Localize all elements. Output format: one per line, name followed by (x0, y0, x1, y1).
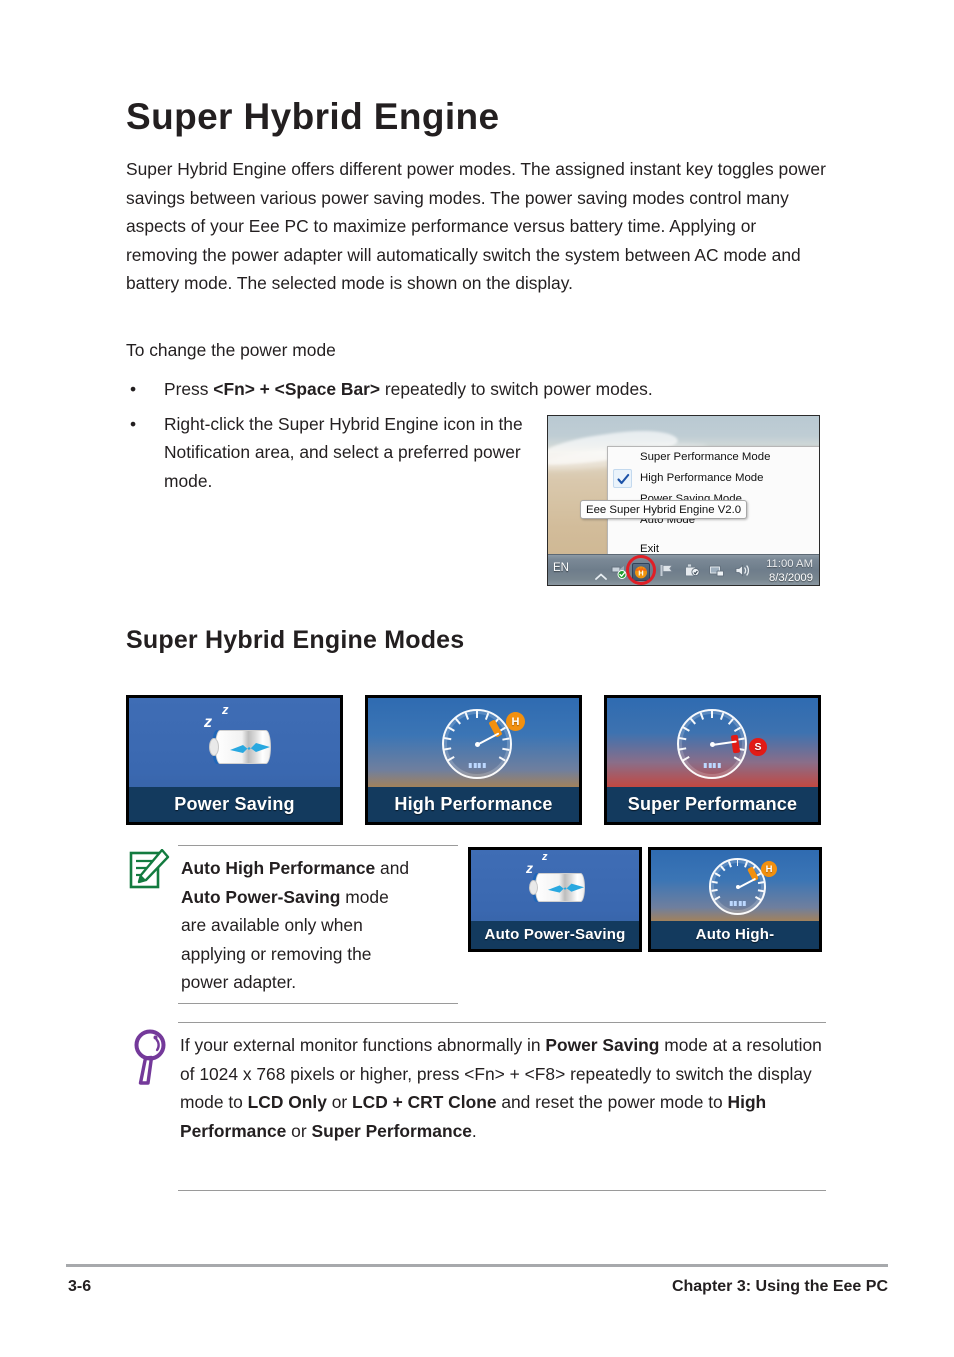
z-letter: z (542, 851, 548, 863)
gauge-high-icon (442, 709, 512, 779)
page-title: Super Hybrid Engine (126, 96, 500, 137)
mode-badge: H (761, 861, 777, 877)
chevron-up-icon[interactable] (595, 568, 607, 585)
intro-paragraph: Super Hybrid Engine offers different pow… (126, 159, 826, 293)
note-line-rest: applying or removing the (181, 943, 372, 964)
tip-seg: Super Performance (311, 1120, 472, 1141)
mode-tile-auto-high-performance: H Auto High-Performance (648, 847, 822, 952)
footer-chapter: Chapter 3: Using the Eee PC (671, 1278, 888, 1295)
flag-icon[interactable] (659, 562, 676, 584)
mode-label: High Performance (368, 787, 579, 822)
z-letter: z (204, 714, 212, 731)
check-icon (613, 469, 632, 488)
mode-tile-power-saving: z z Power Saving (126, 695, 343, 825)
note-box: Auto High Performance and Auto Power-Sav… (126, 845, 458, 1017)
gauge-super-icon (677, 709, 747, 779)
mode-art: z z Power Saving (129, 698, 340, 822)
tip-seg: or (286, 1120, 312, 1141)
note-line-rest: are available only when (181, 915, 363, 935)
sleeping-battery-icon (201, 722, 287, 774)
bullet-text: Right-click the Super Hybrid Engine icon… (164, 413, 523, 491)
bullet-pre: Press (164, 379, 214, 399)
note-rule-top (178, 845, 458, 846)
bullet-marker: • (130, 413, 137, 434)
network-ok-icon[interactable] (610, 562, 627, 584)
gauge-readout (703, 762, 721, 768)
note-rule-bottom (178, 1003, 458, 1004)
tip-rule-top (178, 1022, 826, 1023)
bullet-marker: • (130, 379, 137, 399)
tip-seg: . (471, 1120, 477, 1141)
note-line-bold: Auto Power-Saving (181, 886, 341, 907)
page-number: 3-6 (68, 1278, 92, 1295)
note-text: Auto High Performance and Auto Power-Sav… (181, 854, 456, 997)
mode-art: H High Performance (368, 698, 579, 822)
gauge-high-icon (709, 858, 766, 915)
menu-item-label: High Performance Mode (640, 472, 764, 484)
mode-art: H Auto High-Performance (651, 850, 819, 949)
mode-badge: H (506, 712, 525, 731)
notification-area-screenshot: Super Performance Mode High Performance … (547, 415, 820, 586)
mode-tile-auto-power-saving: z z Auto Power-Saving (468, 847, 642, 952)
mode-label: Auto Power-Saving (471, 921, 639, 949)
tip-text: If your external monitor functions abnor… (180, 1031, 825, 1145)
z-letter: z (526, 860, 533, 876)
section-heading: Super Hybrid Engine Modes (126, 626, 465, 654)
tip-seg: and reset the power mode to (496, 1092, 728, 1112)
mode-tile-super-performance: S Super Performance (604, 695, 821, 825)
page: Super Hybrid Engine Super Hybrid Engine … (0, 0, 954, 1357)
bullet-bold: <Fn> + <Space Bar> (213, 379, 381, 399)
z-letter: z (222, 702, 229, 717)
tip-seg: If your external monitor functions abnor… (180, 1035, 546, 1055)
magnifier-icon (132, 1028, 172, 1091)
bullet-text: Press <Fn> + <Space Bar> repeatedly to s… (164, 375, 826, 404)
list-item: • Press <Fn> + <Space Bar> repeatedly to… (126, 375, 826, 404)
note-line-bold: Auto High Performance (181, 858, 376, 878)
note-line-rest: and (375, 858, 410, 878)
tip-seg: LCD + CRT Clone (352, 1092, 497, 1112)
tooltip: Eee Super Hybrid Engine V2.0 (580, 500, 748, 519)
mode-label: Auto High-Performance (651, 921, 819, 949)
taskbar: EN 11:00 AM 8/3/2009 (548, 554, 819, 585)
tip-seg: LCD Only (247, 1092, 327, 1112)
clock-time: 11:00 AM (766, 558, 813, 570)
tip-seg: or (326, 1092, 353, 1112)
sleeping-battery-icon (523, 866, 599, 912)
language-indicator[interactable]: EN (553, 562, 569, 574)
note-line-rest: mode (340, 886, 389, 907)
mode-art: S Super Performance (607, 698, 818, 822)
mode-label: Super Performance (607, 787, 818, 822)
safely-remove-hardware-icon[interactable] (683, 562, 700, 584)
mode-label: Power Saving (129, 787, 340, 822)
subhead: To change the power mode (126, 340, 336, 360)
note-pencil-icon (128, 848, 170, 898)
gauge-readout (468, 762, 486, 768)
mode-art: z z Auto Power-Saving (471, 850, 639, 949)
clock[interactable]: 11:00 AM 8/3/2009 (766, 557, 813, 585)
bullet-post: repeatedly to switch power modes. (380, 379, 653, 399)
menu-item-label: Super Performance Mode (640, 451, 771, 463)
note-line-rest: power adapter. (181, 972, 297, 992)
highlight-circle (626, 555, 656, 585)
tip-rule-bottom (178, 1190, 826, 1191)
display-icon[interactable] (708, 562, 725, 584)
gauge-readout (729, 900, 746, 906)
menu-item-super-performance[interactable]: Super Performance Mode (608, 447, 819, 468)
mode-badge: S (749, 738, 767, 756)
tip-seg: Power Saving (545, 1035, 660, 1055)
footer-divider (66, 1264, 888, 1267)
clock-date: 8/3/2009 (769, 572, 813, 584)
tip-box: If your external monitor functions abnor… (126, 1022, 826, 1202)
volume-icon[interactable] (734, 562, 751, 584)
mode-tile-high-performance: H High Performance (365, 695, 582, 825)
menu-item-high-performance[interactable]: High Performance Mode (608, 468, 819, 489)
